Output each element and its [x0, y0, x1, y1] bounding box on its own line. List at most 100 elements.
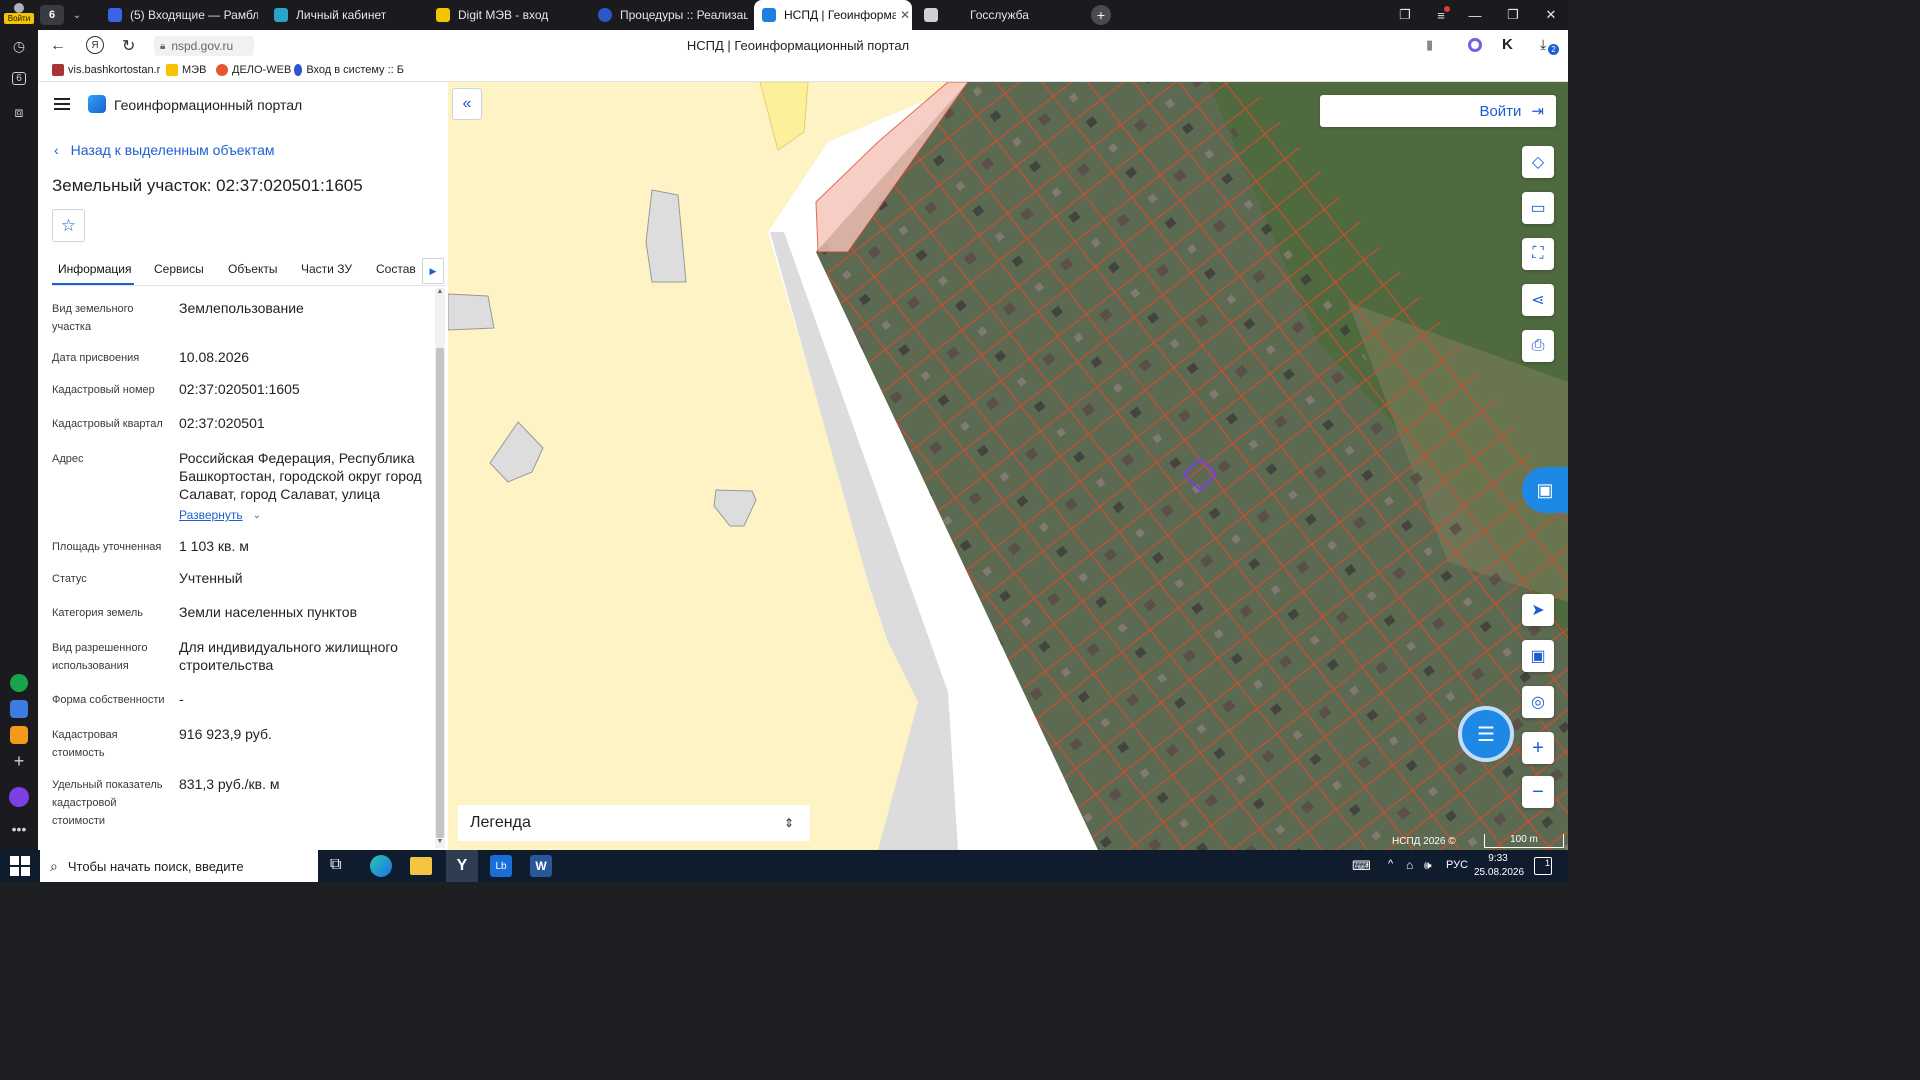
back-arrow-icon[interactable]: ← [50, 37, 66, 55]
locate-button[interactable]: ➤ [1522, 594, 1554, 626]
map-canvas[interactable] [448, 82, 1568, 850]
layers-button[interactable]: ◇ [1522, 146, 1554, 178]
zoom-out-button[interactable]: − [1522, 776, 1554, 808]
extension-icon[interactable]: K [1502, 36, 1513, 53]
tab-count-button[interactable]: 6 [40, 5, 64, 25]
scroll-down-arrow-icon[interactable]: ▼ [435, 838, 445, 848]
bookmark-login[interactable]: Вход в систему :: Б [294, 64, 404, 76]
label-address: Адрес [52, 453, 84, 465]
value-cadastral-number[interactable]: 02:37:020501:1605 [179, 380, 429, 398]
legend-bar[interactable]: Легенда ⇕ [458, 805, 810, 841]
login-button[interactable]: Войти ⇥ [1320, 95, 1556, 127]
minimize-icon[interactable]: — [1462, 4, 1488, 26]
expand-toggle-icon[interactable]: ⇕ [784, 816, 794, 830]
add-icon[interactable]: + [7, 749, 31, 773]
tab-label: (5) Входящие — Рамблер [130, 8, 258, 22]
tab-rambler[interactable]: (5) Входящие — Рамблер [108, 0, 258, 30]
label-permitted-use: Вид разрешенного использования [52, 642, 148, 672]
zoom-in-button[interactable]: + [1522, 732, 1554, 764]
tab-gossluzhba[interactable]: Госслужба [924, 0, 1074, 30]
protect-icon[interactable] [1468, 38, 1482, 52]
select-area-button[interactable]: ⛶ [1522, 238, 1554, 270]
notifications-bell-icon[interactable]: ≡ [1428, 4, 1454, 26]
collections-icon[interactable]: ❐ [1392, 4, 1418, 26]
tab-close-icon[interactable]: ✕ [900, 8, 910, 22]
tab-parts[interactable]: Части ЗУ [301, 262, 352, 276]
bookmark-vis[interactable]: vis.bashkortostan.r [52, 64, 160, 76]
label-cadastral-number: Кадастровый номер [52, 384, 155, 396]
close-window-icon[interactable]: ✕ [1538, 4, 1564, 26]
tab-services[interactable]: Сервисы [154, 262, 204, 276]
measure-button[interactable]: ▭ [1522, 192, 1554, 224]
new-tab-icon[interactable]: + [1091, 5, 1111, 25]
tab-information[interactable]: Информация [58, 262, 131, 276]
network-icon[interactable]: ⌂ [1406, 858, 1413, 872]
share-button[interactable]: ⋖ [1522, 284, 1554, 316]
history-icon[interactable]: ◷ [7, 34, 31, 58]
double-chevron-left-icon: « [462, 95, 472, 112]
print-button[interactable]: ⎙ [1522, 330, 1554, 362]
tab-composition[interactable]: Состав [376, 262, 416, 276]
label-status: Статус [52, 573, 87, 585]
tab-cabinet[interactable]: Личный кабинет [274, 0, 424, 30]
tab-digit-mev[interactable]: Digit МЭВ - вход [436, 0, 586, 30]
label-area: Площадь уточненная [52, 541, 162, 553]
url-field[interactable]: 🔒︎ nspd.gov.ru [154, 36, 254, 56]
favorite-button[interactable]: ☆ [52, 209, 85, 242]
expand-label: Развернуть [179, 508, 243, 522]
chat-assistant-button[interactable]: ☰ [1458, 706, 1514, 762]
screenshot-icon[interactable]: ⧈ [7, 100, 31, 124]
value-cadastral-quarter[interactable]: 02:37:020501 [179, 414, 429, 432]
hamburger-menu-icon[interactable] [54, 98, 70, 110]
maximize-icon[interactable]: ❐ [1500, 4, 1526, 26]
support-chat-tab[interactable]: ▣ [1522, 467, 1568, 513]
portal-title: Геоинформационный портал [114, 97, 303, 113]
tray-chevron-icon[interactable]: ^ [1388, 858, 1393, 870]
edge-icon[interactable] [370, 855, 392, 877]
yandex-browser-icon[interactable]: Y [446, 850, 478, 882]
collapse-panel-button[interactable]: « [452, 88, 482, 120]
tab-label: НСПД | Геоинформаци [784, 8, 896, 22]
lb-app-icon[interactable]: Lb [490, 855, 512, 877]
language-indicator[interactable]: РУС [1446, 859, 1468, 871]
app-green-icon[interactable] [7, 671, 31, 695]
tab-list-chevron-icon[interactable]: ⌄ [68, 5, 86, 25]
minimap-button[interactable]: ▣ [1522, 640, 1554, 672]
panel-scrollbar[interactable]: ▲ ▼ [435, 288, 445, 848]
search-location-button[interactable]: ◎ [1522, 686, 1554, 718]
profile-avatar[interactable]: Войти [4, 3, 34, 25]
clock[interactable]: 9:33 25.08.2026 [1474, 852, 1524, 880]
yandex-icon[interactable]: Я [86, 36, 104, 54]
tab-procedures[interactable]: Процедуры :: Реализация [598, 0, 748, 30]
scroll-thumb[interactable] [436, 348, 444, 838]
scroll-up-arrow-icon[interactable]: ▲ [435, 288, 445, 298]
reload-icon[interactable]: ↻ [122, 36, 135, 56]
expand-link[interactable]: Развернуть ⌄ [179, 508, 261, 522]
tab-counter-icon[interactable]: 6 [7, 66, 31, 90]
tabs-scroll-right-button[interactable]: ▶ [422, 258, 444, 284]
tab-nspd[interactable]: НСПД | Геоинформаци ✕ [754, 0, 912, 30]
start-button[interactable] [10, 856, 30, 876]
app-blue-icon[interactable] [7, 697, 31, 721]
login-badge[interactable]: Войти [4, 13, 34, 24]
word-icon[interactable]: W [530, 855, 552, 877]
more-icon[interactable]: ••• [7, 817, 31, 841]
notification-center-icon[interactable]: 1 [1534, 857, 1552, 875]
bookmark-delo[interactable]: ДЕЛО-WEB [216, 64, 291, 76]
value-area: 1 103 кв. м [179, 538, 249, 554]
login-label: Войти [1479, 102, 1522, 120]
label-land-type: Вид земельного участка [52, 303, 134, 333]
keyboard-icon[interactable]: ⌨ [1352, 858, 1371, 874]
volume-icon[interactable]: 🕪︎ [1424, 858, 1432, 873]
tab-objects[interactable]: Объекты [228, 262, 278, 276]
bookmark-icon[interactable]: ▮ [1426, 37, 1433, 53]
alice-icon[interactable] [7, 785, 31, 809]
map-view[interactable]: « Войти ⇥ ◇ ▭ ⛶ ⋖ ⎙ ▣ ➤ ▣ ◎ + − ☰ Легенд… [448, 82, 1568, 850]
app-mail-icon[interactable] [7, 723, 31, 747]
task-view-icon[interactable]: ⧉ [330, 856, 341, 874]
taskbar-search[interactable]: ⌕ Чтобы начать поиск, введите [40, 850, 318, 882]
downloads-icon[interactable]: ⤓ [1540, 36, 1546, 53]
back-to-selection-link[interactable]: ‹ Назад к выделенным объектам [54, 142, 275, 158]
file-explorer-icon[interactable] [410, 857, 432, 875]
bookmark-mev[interactable]: МЭВ [166, 64, 206, 76]
